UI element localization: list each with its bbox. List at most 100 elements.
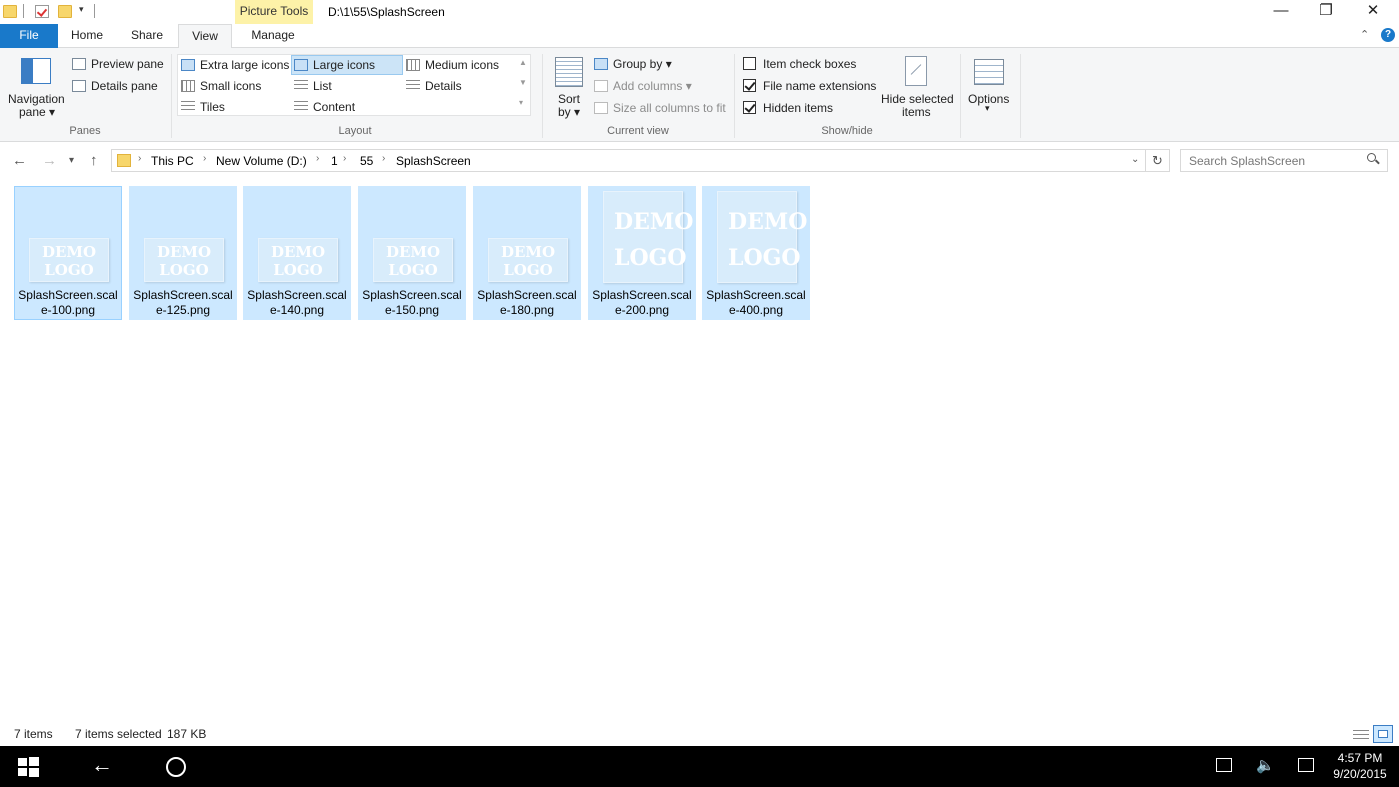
add-columns-button[interactable]: Add columns ▾: [594, 79, 692, 93]
breadcrumb-separator[interactable]: ›: [382, 153, 385, 164]
properties-icon[interactable]: [35, 5, 49, 18]
breadcrumb-separator[interactable]: ›: [203, 153, 206, 164]
hide-selected-items-button[interactable]: Hide selected: [881, 92, 954, 106]
image-thumbnail: DEMO LOGO: [373, 238, 453, 282]
file-item[interactable]: DEMO LOGO SplashScreen.scal e-200.png: [588, 186, 696, 320]
breadcrumb-separator[interactable]: ›: [138, 153, 141, 164]
tab-manage[interactable]: Manage: [237, 24, 309, 48]
tab-share[interactable]: Share: [120, 24, 174, 48]
group-separator: [960, 54, 961, 138]
selected-count: 7 items selected: [75, 727, 162, 741]
group-by-icon: [594, 58, 608, 70]
navigation-pane-button[interactable]: Navigation: [8, 92, 65, 106]
search-input[interactable]: Search SplashScreen: [1189, 154, 1305, 168]
item-count: 7 items: [14, 727, 53, 741]
address-bar[interactable]: › This PC › New Volume (D:) › 1 › 55 › S…: [111, 149, 1146, 172]
address-dropdown-icon[interactable]: ⌄: [1131, 154, 1139, 165]
sort-by-icon: [555, 57, 583, 87]
tab-home[interactable]: Home: [60, 24, 114, 48]
group-label-current-view: Current view: [607, 125, 669, 137]
recent-locations-icon[interactable]: ▾: [69, 155, 74, 166]
preview-pane-icon: [72, 58, 86, 70]
title-bar: ▾ Picture Tools D:\1\55\SplashScreen — ❐…: [0, 0, 1399, 24]
restore-button[interactable]: ❐: [1303, 0, 1349, 24]
qa-separator: [23, 4, 24, 18]
sort-by-button[interactable]: Sort: [558, 92, 580, 106]
cortana-icon[interactable]: [166, 757, 186, 777]
tab-view[interactable]: View: [178, 24, 232, 49]
hide-selected-items-button-line2[interactable]: items: [902, 105, 931, 119]
sort-by-button-line2[interactable]: by ▾: [558, 105, 580, 119]
item-check-boxes-checkbox[interactable]: [743, 57, 756, 70]
group-label-show-hide: Show/hide: [821, 125, 873, 137]
large-icons-view-icon[interactable]: [1373, 725, 1393, 743]
extra-large-icons-option[interactable]: Extra large icons: [181, 58, 289, 72]
volume-icon[interactable]: 🔈: [1256, 756, 1275, 774]
image-thumbnail: DEMO LOGO: [144, 238, 224, 282]
customize-qa-icon[interactable]: ▾: [79, 4, 84, 15]
qa-separator: [94, 4, 95, 18]
minimize-ribbon-icon[interactable]: ⌃: [1360, 28, 1369, 41]
close-button[interactable]: ✕: [1350, 0, 1396, 24]
back-icon[interactable]: ←: [12, 152, 27, 169]
windows-start-icon[interactable]: [18, 757, 39, 778]
group-label-layout: Layout: [338, 125, 372, 137]
details-pane-button[interactable]: Details pane: [72, 79, 158, 93]
breadcrumb-separator[interactable]: ›: [343, 153, 346, 164]
small-icons-icon: [181, 80, 195, 92]
network-icon[interactable]: [1216, 758, 1232, 772]
file-item[interactable]: DEMO LOGO SplashScreen.scal e-125.png: [129, 186, 237, 320]
breadcrumb-55[interactable]: 55: [360, 154, 373, 168]
back-icon[interactable]: ←: [91, 752, 113, 778]
content-option[interactable]: Content: [294, 100, 355, 114]
tab-file[interactable]: File: [0, 24, 58, 48]
tiles-icon: [181, 101, 195, 113]
file-item[interactable]: DEMO LOGO SplashScreen.scal e-400.png: [702, 186, 810, 320]
group-label-panes: Panes: [69, 125, 101, 137]
refresh-icon[interactable]: ↻: [1146, 149, 1170, 172]
file-list[interactable]: DEMO LOGO SplashScreen.scal e-100.png DEM…: [0, 179, 1399, 722]
file-item[interactable]: DEMO LOGO SplashScreen.scal e-100.png: [14, 186, 122, 320]
ribbon: Navigation pane ▾ Preview pane Details p…: [0, 48, 1399, 142]
file-item[interactable]: DEMO LOGO SplashScreen.scal e-140.png: [243, 186, 351, 320]
group-by-button[interactable]: Group by ▾: [594, 57, 672, 71]
list-option[interactable]: List: [294, 79, 332, 93]
search-box[interactable]: Search SplashScreen: [1180, 149, 1388, 172]
search-icon[interactable]: [1367, 153, 1380, 165]
preview-pane-button[interactable]: Preview pane: [72, 57, 164, 71]
breadcrumb-new-volume[interactable]: New Volume (D:): [216, 154, 307, 168]
ribbon-tabs: File Home Share View Manage ⌃ ?: [0, 24, 1399, 49]
breadcrumb-splashscreen[interactable]: SplashScreen: [396, 154, 471, 168]
large-icons-option[interactable]: Large icons: [294, 58, 375, 72]
gallery-scroll-icons[interactable]: ▲ ▼ ▾: [519, 58, 527, 108]
forward-icon[interactable]: →: [42, 152, 57, 169]
tiles-option[interactable]: Tiles: [181, 100, 225, 114]
options-dropdown-icon[interactable]: ▾: [985, 103, 990, 114]
file-name-extensions-checkbox[interactable]: [743, 79, 756, 92]
details-option[interactable]: Details: [406, 79, 462, 93]
size-all-columns-button[interactable]: Size all columns to fit: [594, 101, 726, 115]
navigation-pane-button-line2[interactable]: pane ▾: [19, 105, 55, 119]
list-icon: [294, 80, 308, 92]
file-item[interactable]: DEMO LOGO SplashScreen.scal e-150.png: [358, 186, 466, 320]
breadcrumb-this-pc[interactable]: This PC: [151, 154, 194, 168]
small-icons-option[interactable]: Small icons: [181, 79, 261, 93]
hidden-items-checkbox[interactable]: [743, 101, 756, 114]
clock[interactable]: 4:57 PM 9/20/2015: [1330, 750, 1390, 782]
notifications-icon[interactable]: [1298, 758, 1314, 772]
up-icon[interactable]: ↑: [90, 152, 98, 169]
image-thumbnail: DEMO LOGO: [488, 238, 568, 282]
new-folder-icon[interactable]: [58, 5, 72, 18]
breadcrumb-separator[interactable]: ›: [316, 153, 319, 164]
item-check-boxes-label: Item check boxes: [763, 57, 857, 71]
minimize-button[interactable]: —: [1258, 0, 1304, 24]
medium-icons-option[interactable]: Medium icons: [406, 58, 499, 72]
image-thumbnail: DEMO LOGO: [717, 191, 807, 283]
size-columns-icon: [594, 102, 608, 114]
file-item[interactable]: DEMO LOGO SplashScreen.scal e-180.png: [473, 186, 581, 320]
taskbar: ← 🔈 4:57 PM 9/20/2015: [0, 746, 1399, 787]
help-icon[interactable]: ?: [1381, 28, 1395, 42]
details-view-icon[interactable]: [1351, 725, 1371, 743]
breadcrumb-1[interactable]: 1: [331, 154, 338, 168]
content-icon: [294, 101, 308, 113]
